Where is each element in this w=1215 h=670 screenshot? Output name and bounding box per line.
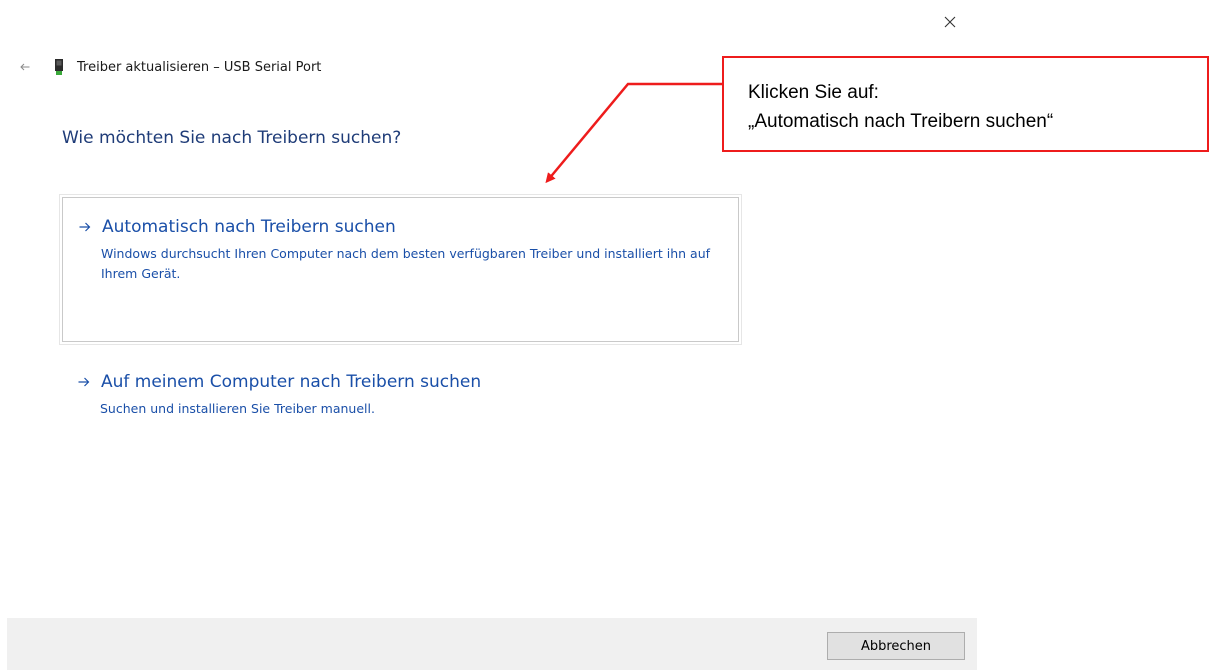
page-title: Wie möchten Sie nach Treibern suchen?: [62, 128, 402, 148]
option-description: Suchen und installieren Sie Treiber manu…: [100, 401, 375, 416]
annotation-line: „Automatisch nach Treibern suchen“: [748, 111, 1054, 132]
annotation-line: Klicken Sie auf:: [748, 82, 879, 103]
cancel-button[interactable]: Abbrechen: [827, 632, 965, 660]
manual-search-option[interactable]: Auf meinem Computer nach Treibern suchen…: [62, 372, 739, 432]
close-icon: [944, 16, 956, 28]
arrow-right-icon: [78, 375, 92, 389]
dialog-footer: Abbrechen: [7, 618, 977, 670]
close-button[interactable]: [930, 8, 970, 36]
option-title: Automatisch nach Treibern suchen: [102, 217, 396, 237]
usb-device-icon: [54, 59, 64, 75]
window-title: Treiber aktualisieren – USB Serial Port: [77, 59, 322, 75]
back-arrow-icon: [20, 63, 30, 71]
title-bar: Treiber aktualisieren – USB Serial Port: [16, 57, 321, 77]
back-button[interactable]: [16, 58, 34, 76]
auto-search-option[interactable]: Automatisch nach Treibern suchen Windows…: [59, 194, 742, 345]
arrow-right-icon: [79, 220, 93, 234]
annotation-callout: Klicken Sie auf: „Automatisch nach Treib…: [722, 56, 1209, 152]
option-title: Auf meinem Computer nach Treibern suchen: [101, 372, 482, 392]
option-description: Windows durchsucht Ihren Computer nach d…: [101, 246, 711, 281]
